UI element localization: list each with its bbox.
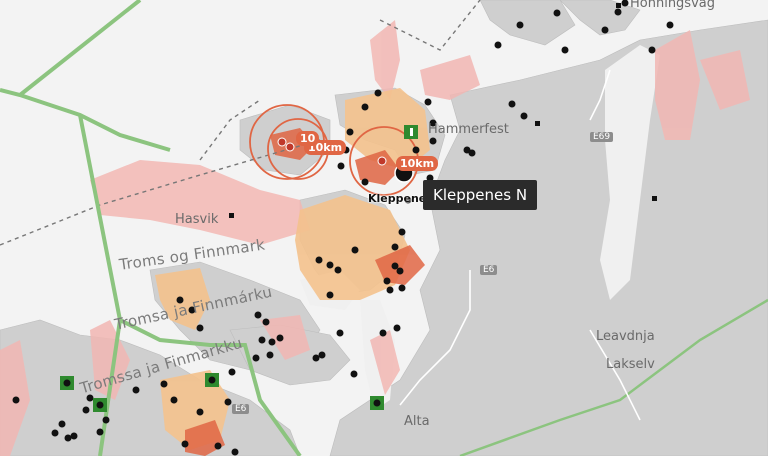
road-shield-e6-south: E6 <box>232 404 250 414</box>
distance-badge-kleppenes: 10km <box>396 156 439 171</box>
place-label-honningsvag: Honningsvåg <box>630 0 715 11</box>
place-label-alta: Alta <box>404 414 430 429</box>
road-shield-e69: E69 <box>590 132 614 142</box>
place-label-hasvik: Hasvik <box>175 212 219 227</box>
map-canvas[interactable]: Hammerfest Hasvik Alta Leavdnja Lakselv … <box>0 0 768 456</box>
marker-tooltip: Kleppenes N <box>423 180 538 210</box>
place-label-leavdnja: Leavdnja <box>596 329 655 344</box>
road-shield-e6: E6 <box>480 265 498 275</box>
distance-badge-partial: 10 <box>296 131 320 146</box>
place-label-hammerfest: Hammerfest <box>428 122 509 137</box>
place-label-lakselv: Lakselv <box>606 357 655 372</box>
